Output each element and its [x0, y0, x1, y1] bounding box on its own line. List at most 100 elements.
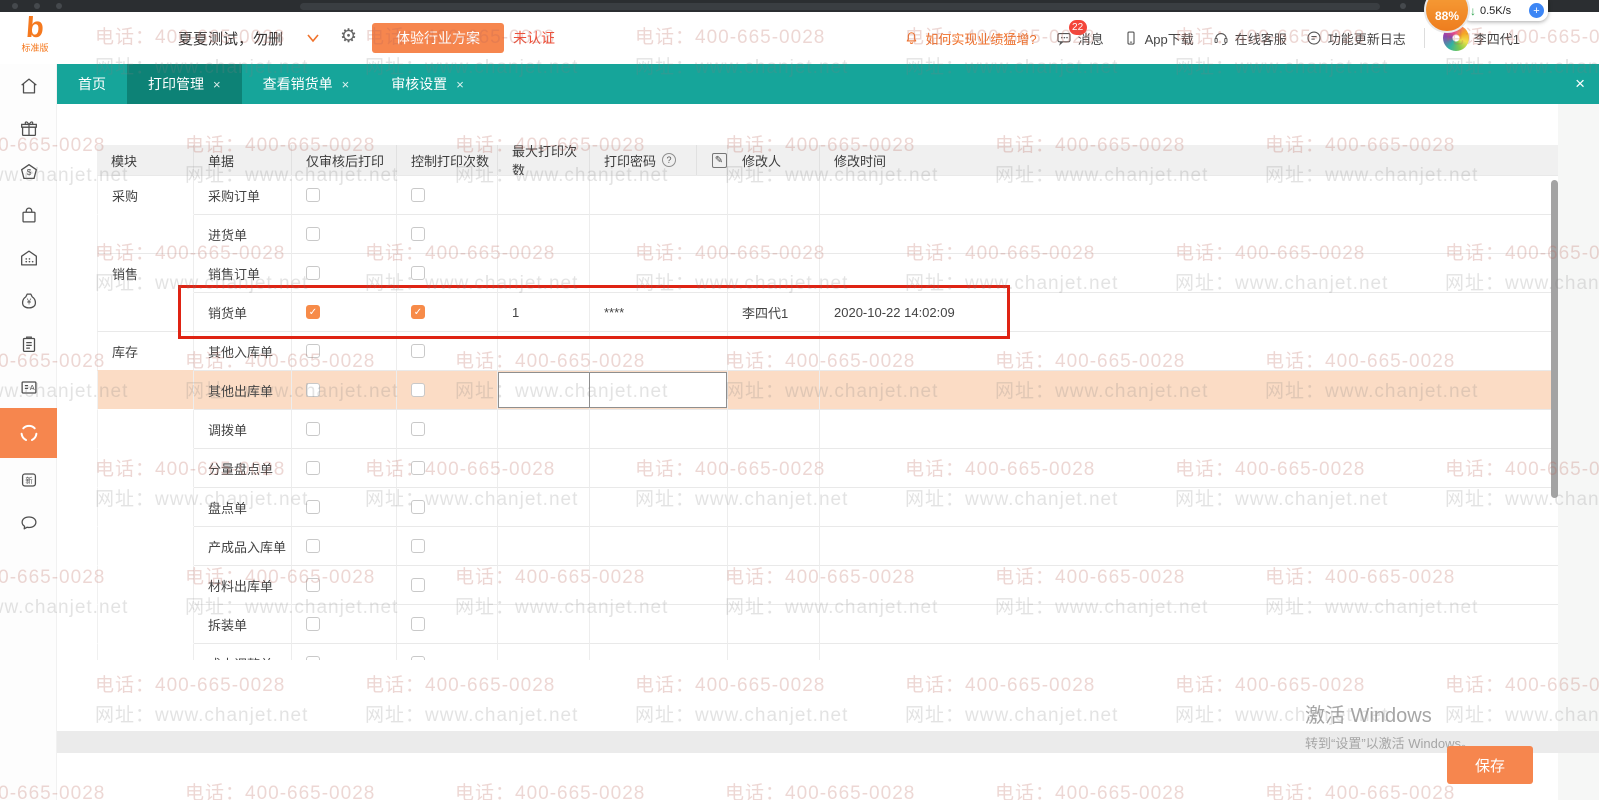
max-count-input[interactable]: [498, 372, 590, 408]
checkbox[interactable]: [306, 617, 320, 631]
tab-查看销货单[interactable]: 查看销货单 ×: [242, 64, 371, 104]
sidebar-item-settings-active[interactable]: [0, 408, 57, 458]
gear-icon[interactable]: ⚙: [340, 25, 357, 48]
checkbox[interactable]: [306, 227, 320, 241]
table-row[interactable]: 采购 采购订单: [97, 175, 1558, 214]
new-badge-icon: 新: [21, 472, 36, 487]
sidebar-item-promotion[interactable]: [0, 107, 57, 150]
save-button[interactable]: 保存: [1447, 746, 1533, 784]
max-count-cell: [498, 409, 590, 448]
tab-close-icon[interactable]: ×: [456, 77, 464, 92]
print-table-body: 采购 采购订单 进货单 销售 销售订单 销货单 ✓ ✓ 1 **** 李四代1 2020-10-22 …: [97, 175, 1558, 660]
tab-首页[interactable]: 首页: [57, 64, 127, 104]
table-row[interactable]: 其他出库单: [97, 370, 1558, 409]
sidebar-item-funds[interactable]: ¥: [0, 279, 57, 322]
company-selector[interactable]: 夏夏测试，勿删: [178, 12, 283, 64]
net-speed-widget[interactable]: ↓ 0.5K/s +: [1462, 0, 1548, 21]
table-row[interactable]: 进货单: [97, 214, 1558, 253]
app-logo[interactable]: b 标准版: [12, 12, 58, 54]
checkbox[interactable]: [411, 617, 425, 631]
add-icon[interactable]: +: [1529, 3, 1544, 18]
messages-button[interactable]: 消息 22: [1055, 19, 1104, 48]
checkbox[interactable]: [306, 578, 320, 592]
checkbox[interactable]: [411, 188, 425, 202]
checkbox[interactable]: [306, 188, 320, 202]
checkbox[interactable]: [411, 656, 425, 660]
sidebar-item-contacts[interactable]: A: [0, 365, 57, 408]
checkbox[interactable]: ✓: [306, 305, 320, 319]
header-editor: 修改人: [728, 145, 820, 175]
checkbox[interactable]: [411, 227, 425, 241]
vertical-scrollbar-thumb[interactable]: [1551, 180, 1558, 498]
money-bag-icon: ¥: [21, 292, 36, 309]
table-row[interactable]: 拆装单: [97, 604, 1558, 643]
control-count-cell: [397, 253, 498, 292]
control-count-cell: [397, 526, 498, 565]
checkbox[interactable]: [411, 383, 425, 397]
sidebar-item-reports[interactable]: [0, 322, 57, 365]
tab-close-icon[interactable]: ×: [213, 77, 221, 92]
edit-pencil-icon[interactable]: ✎: [711, 152, 727, 168]
checkbox[interactable]: [411, 266, 425, 280]
online-service-button[interactable]: 在线客服: [1212, 29, 1287, 48]
chevron-down-icon[interactable]: [305, 30, 321, 46]
table-row[interactable]: 销货单 ✓ ✓ 1 **** 李四代1 2020-10-22 14:02:09: [97, 292, 1558, 331]
sidebar-item-whats-new[interactable]: 新: [0, 458, 57, 501]
only-after-audit-cell: [292, 370, 397, 409]
table-row[interactable]: 调拨单: [97, 409, 1558, 448]
table-row[interactable]: 销售 销售订单: [97, 253, 1558, 292]
control-count-cell: [397, 604, 498, 643]
checkbox[interactable]: [306, 461, 320, 475]
browser-address-bar[interactable]: [300, 3, 1380, 10]
sidebar-item-feedback[interactable]: [0, 501, 57, 544]
browser-back-icon[interactable]: [12, 3, 18, 9]
sidebar-item-home[interactable]: [0, 64, 57, 107]
browser-extension-icon[interactable]: [1400, 3, 1406, 9]
tab-打印管理[interactable]: 打印管理 ×: [127, 64, 242, 104]
windows-activation-watermark: 激活 Windows 转到“设置”以激活 Windows。: [1305, 699, 1474, 752]
table-row[interactable]: 成本调整单: [97, 643, 1558, 660]
tab-close-icon[interactable]: ×: [342, 77, 350, 92]
password-input[interactable]: [589, 372, 727, 408]
only-after-audit-cell: [292, 643, 397, 660]
sidebar-item-sales[interactable]: [0, 193, 57, 236]
table-row[interactable]: 库存 其他入库单: [97, 331, 1558, 370]
tabbar-close-icon[interactable]: ×: [1575, 64, 1585, 104]
not-certified-label[interactable]: 未认证: [513, 12, 555, 64]
checkbox[interactable]: [411, 344, 425, 358]
checkbox[interactable]: [411, 461, 425, 475]
header-edit-column: ✎: [697, 145, 728, 175]
sidebar-item-purchase[interactable]: $: [0, 150, 57, 193]
question-icon[interactable]: ?: [662, 153, 677, 167]
table-row[interactable]: 产成品入库单: [97, 526, 1558, 565]
checkbox[interactable]: [306, 266, 320, 280]
browser-refresh-icon[interactable]: [56, 3, 62, 9]
checkbox[interactable]: [411, 500, 425, 514]
module-cell: 库存: [97, 331, 194, 370]
table-row[interactable]: 盘点单: [97, 487, 1558, 526]
checkbox[interactable]: [306, 383, 320, 397]
checkbox[interactable]: [411, 422, 425, 436]
changelog-button[interactable]: 功能更新日志: [1305, 29, 1406, 48]
checkbox[interactable]: ✓: [411, 305, 425, 319]
promo-link[interactable]: 如何实现业绩猛增?: [903, 29, 1037, 48]
trial-plan-button[interactable]: 体验行业方案: [372, 23, 504, 53]
only-after-audit-cell: [292, 448, 397, 487]
time-cell: [820, 409, 1558, 448]
app-download-button[interactable]: App下载: [1122, 29, 1194, 48]
checkbox[interactable]: [306, 656, 320, 660]
logo-glyph: b: [25, 12, 45, 44]
checkbox[interactable]: [306, 500, 320, 514]
checkbox[interactable]: [306, 539, 320, 553]
browser-forward-icon[interactable]: [34, 3, 40, 9]
sidebar-item-inventory[interactable]: [0, 236, 57, 279]
sync-icon: [20, 424, 37, 441]
tab-审核设置[interactable]: 审核设置 ×: [370, 64, 485, 104]
table-row[interactable]: 材料出库单: [97, 565, 1558, 604]
checkbox[interactable]: [306, 422, 320, 436]
checkbox[interactable]: [411, 539, 425, 553]
checkbox[interactable]: [411, 578, 425, 592]
max-count-cell: [498, 448, 590, 487]
table-row[interactable]: 分量盘点单: [97, 448, 1558, 487]
checkbox[interactable]: [306, 344, 320, 358]
